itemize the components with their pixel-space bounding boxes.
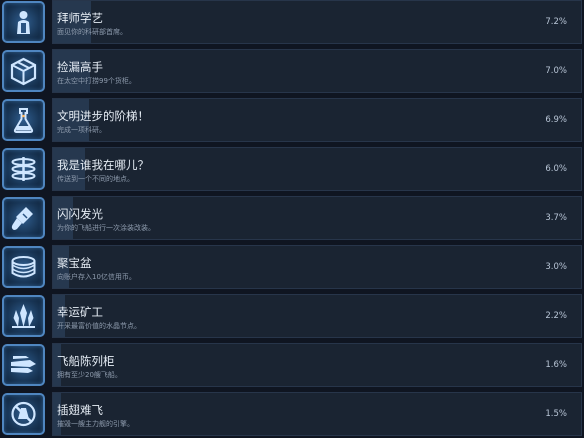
achievement-percent: 1.5% (545, 409, 567, 419)
achievement-title: 我是谁我在哪儿？ (57, 158, 149, 172)
ship-icon (2, 344, 45, 386)
achievement-panel: 飞船陈列柜 拥有至少20艘飞船。 1.6% (52, 343, 582, 387)
achievement-panel: 我是谁我在哪儿？ 传送到一个不同的地点。 6.0% (52, 147, 582, 191)
paint-brush-icon (2, 197, 45, 239)
achievement-title: 幸运矿工 (57, 305, 103, 319)
achievement-row[interactable]: 聚宝盆 向账户存入10亿信用币。 3.0% (0, 245, 584, 289)
achievement-description: 面见你的科研部首席。 (57, 28, 127, 36)
achievement-description: 向账户存入10亿信用币。 (57, 273, 136, 281)
achievement-row[interactable]: 插翅难飞 摧毁一艘主力舰的引擎。 1.5% (0, 392, 584, 436)
achievement-row[interactable]: 文明进步的阶梯！ 完成一项科研。 6.9% (0, 98, 584, 142)
achievement-description: 拥有至少20艘飞船。 (57, 371, 122, 379)
achievement-row[interactable]: 幸运矿工 开采最富价值的水晶节点。 2.2% (0, 294, 584, 338)
achievement-title: 闪闪发光 (57, 207, 103, 221)
achievement-list: 拜师学艺 面见你的科研部首席。 7.2% 捡漏高手 在太空中打捞99个货柜。 7… (0, 0, 584, 438)
achievement-description: 开采最富价值的水晶节点。 (57, 322, 141, 330)
achievement-percent: 6.0% (545, 164, 567, 174)
achievement-row[interactable]: 拜师学艺 面见你的科研部首席。 7.2% (0, 0, 584, 44)
achievement-title: 文明进步的阶梯！ (57, 109, 149, 123)
broken-engine-icon (2, 393, 45, 435)
achievement-percent: 7.0% (545, 66, 567, 76)
achievement-percent: 6.9% (545, 115, 567, 125)
achievement-percent: 7.2% (545, 17, 567, 27)
achievement-percent: 3.7% (545, 213, 567, 223)
teleport-icon (2, 148, 45, 190)
achievement-title: 聚宝盆 (57, 256, 92, 270)
achievement-title: 插翅难飞 (57, 403, 103, 417)
achievement-panel: 文明进步的阶梯！ 完成一项科研。 6.9% (52, 98, 582, 142)
crystal-icon (2, 295, 45, 337)
achievement-description: 完成一项科研。 (57, 126, 106, 134)
achievement-percent: 2.2% (545, 311, 567, 321)
achievement-row[interactable]: 飞船陈列柜 拥有至少20艘飞船。 1.6% (0, 343, 584, 387)
crate-icon (2, 50, 45, 92)
coins-icon (2, 246, 45, 288)
achievement-panel: 幸运矿工 开采最富价值的水晶节点。 2.2% (52, 294, 582, 338)
achievement-row[interactable]: 我是谁我在哪儿？ 传送到一个不同的地点。 6.0% (0, 147, 584, 191)
achievement-panel: 闪闪发光 为你的飞船进行一次涂装改装。 3.7% (52, 196, 582, 240)
achievement-title: 飞船陈列柜 (57, 354, 115, 368)
achievement-panel: 插翅难飞 摧毁一艘主力舰的引擎。 1.5% (52, 392, 582, 436)
scholar-icon (2, 1, 45, 43)
achievement-description: 摧毁一艘主力舰的引擎。 (57, 420, 134, 428)
achievement-panel: 聚宝盆 向账户存入10亿信用币。 3.0% (52, 245, 582, 289)
achievement-title: 拜师学艺 (57, 11, 103, 25)
achievement-panel: 拜师学艺 面见你的科研部首席。 7.2% (52, 0, 582, 44)
achievement-row[interactable]: 闪闪发光 为你的飞船进行一次涂装改装。 3.7% (0, 196, 584, 240)
achievement-percent: 1.6% (545, 360, 567, 370)
achievement-percent: 3.0% (545, 262, 567, 272)
achievement-description: 传送到一个不同的地点。 (57, 175, 134, 183)
achievement-row[interactable]: 捡漏高手 在太空中打捞99个货柜。 7.0% (0, 49, 584, 93)
achievement-panel: 捡漏高手 在太空中打捞99个货柜。 7.0% (52, 49, 582, 93)
achievement-description: 在太空中打捞99个货柜。 (57, 77, 136, 85)
achievement-description: 为你的飞船进行一次涂装改装。 (57, 224, 155, 232)
achievement-title: 捡漏高手 (57, 60, 103, 74)
flask-icon (2, 99, 45, 141)
